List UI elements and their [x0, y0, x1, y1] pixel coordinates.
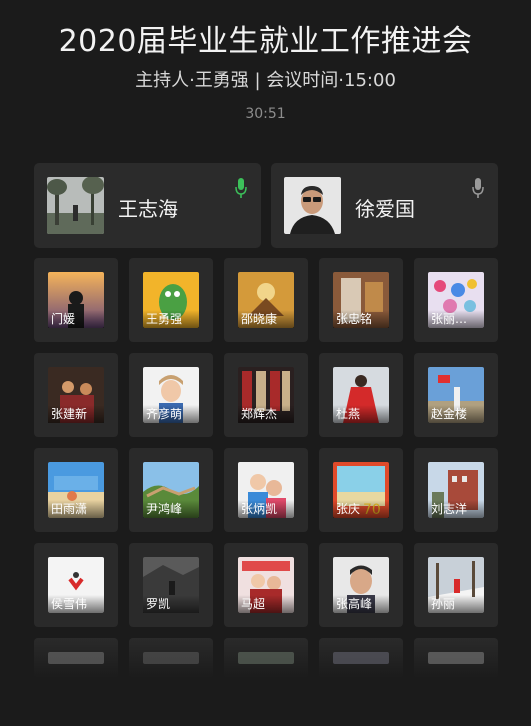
- avatar: [48, 652, 104, 664]
- participant-name: 张丽…: [428, 310, 484, 328]
- avatar: [47, 177, 104, 234]
- speaker-card-wang-zhihai[interactable]: 王志海: [34, 163, 261, 248]
- participant-name: 侯雪伟: [48, 595, 104, 613]
- participant-tile[interactable]: 田雨潇: [34, 448, 118, 532]
- participant-tile[interactable]: 杜燕: [319, 353, 403, 437]
- participant-tile[interactable]: 侯雪伟: [34, 543, 118, 627]
- active-speakers: 王志海 徐爱国: [34, 163, 498, 248]
- avatar: [143, 652, 199, 664]
- participant-name: 门媛: [48, 310, 104, 328]
- avatar: [333, 652, 389, 664]
- participant-name: 邵晓康: [238, 310, 294, 328]
- speaker-card-xu-aiguo[interactable]: 徐爱国: [271, 163, 498, 248]
- avatar: [284, 177, 341, 234]
- participant-tile[interactable]: 张高峰: [319, 543, 403, 627]
- participant-name: 杜燕: [333, 405, 389, 423]
- participant-name: 王勇强: [143, 310, 199, 328]
- participant-name: 刘志洋: [428, 500, 484, 518]
- participant-name: 马超: [238, 595, 294, 613]
- meeting-timer: 30:51: [245, 106, 286, 122]
- participant-tile[interactable]: 王勇强: [129, 258, 213, 342]
- mic-idle-icon[interactable]: [472, 177, 484, 199]
- participant-tile[interactable]: 赵金楼: [414, 353, 498, 437]
- participant-name: 孙丽: [428, 595, 484, 613]
- participant-name: 张炳凯: [238, 500, 294, 518]
- participant-tile[interactable]: 孙丽: [414, 543, 498, 627]
- mic-active-icon[interactable]: [235, 177, 247, 199]
- participant-tile[interactable]: [224, 638, 308, 678]
- participant-name: 郑辉杰: [238, 405, 294, 423]
- participant-tile[interactable]: 张丽…: [414, 258, 498, 342]
- participant-tile[interactable]: 罗凯: [129, 543, 213, 627]
- participant-tile[interactable]: 张忠铭: [319, 258, 403, 342]
- participant-tile[interactable]: [129, 638, 213, 678]
- meeting-subtitle: 主持人·王勇强 | 会议时间·15:00: [135, 70, 396, 91]
- speaker-name: 徐爱国: [355, 197, 415, 221]
- participant-tile[interactable]: 门媛: [34, 258, 118, 342]
- participant-name: 田雨潇: [48, 500, 104, 518]
- participant-name: 张高峰: [333, 595, 389, 613]
- participant-name: 尹鸿峰: [143, 500, 199, 518]
- participant-tile[interactable]: [34, 638, 118, 678]
- participant-tile[interactable]: 齐彦萌: [129, 353, 213, 437]
- participant-tile[interactable]: [319, 638, 403, 678]
- participant-name: 张庆: [333, 500, 389, 518]
- participant-tile[interactable]: 邵晓康: [224, 258, 308, 342]
- participant-name: 赵金楼: [428, 405, 484, 423]
- participant-tile[interactable]: [414, 638, 498, 678]
- participant-tile[interactable]: 尹鸿峰: [129, 448, 213, 532]
- participant-tile[interactable]: 张建新: [34, 353, 118, 437]
- speaker-name: 王志海: [118, 197, 178, 221]
- participant-name: 齐彦萌: [143, 405, 199, 423]
- participant-tile[interactable]: 刘志洋: [414, 448, 498, 532]
- participant-name: 张忠铭: [333, 310, 389, 328]
- participant-tile[interactable]: 郑辉杰: [224, 353, 308, 437]
- participant-tile[interactable]: 70 张庆: [319, 448, 403, 532]
- participant-grid-overflow: [34, 638, 498, 678]
- avatar: [238, 652, 294, 664]
- participant-tile[interactable]: 张炳凯: [224, 448, 308, 532]
- participant-name: 罗凯: [143, 595, 199, 613]
- avatar: [428, 652, 484, 664]
- meeting-title: 2020届毕业生就业工作推进会: [58, 24, 473, 59]
- meeting-screen: 2020届毕业生就业工作推进会 主持人·王勇强 | 会议时间·15:00 30:…: [0, 0, 531, 726]
- participant-name: 张建新: [48, 405, 104, 423]
- participant-tile[interactable]: 马超: [224, 543, 308, 627]
